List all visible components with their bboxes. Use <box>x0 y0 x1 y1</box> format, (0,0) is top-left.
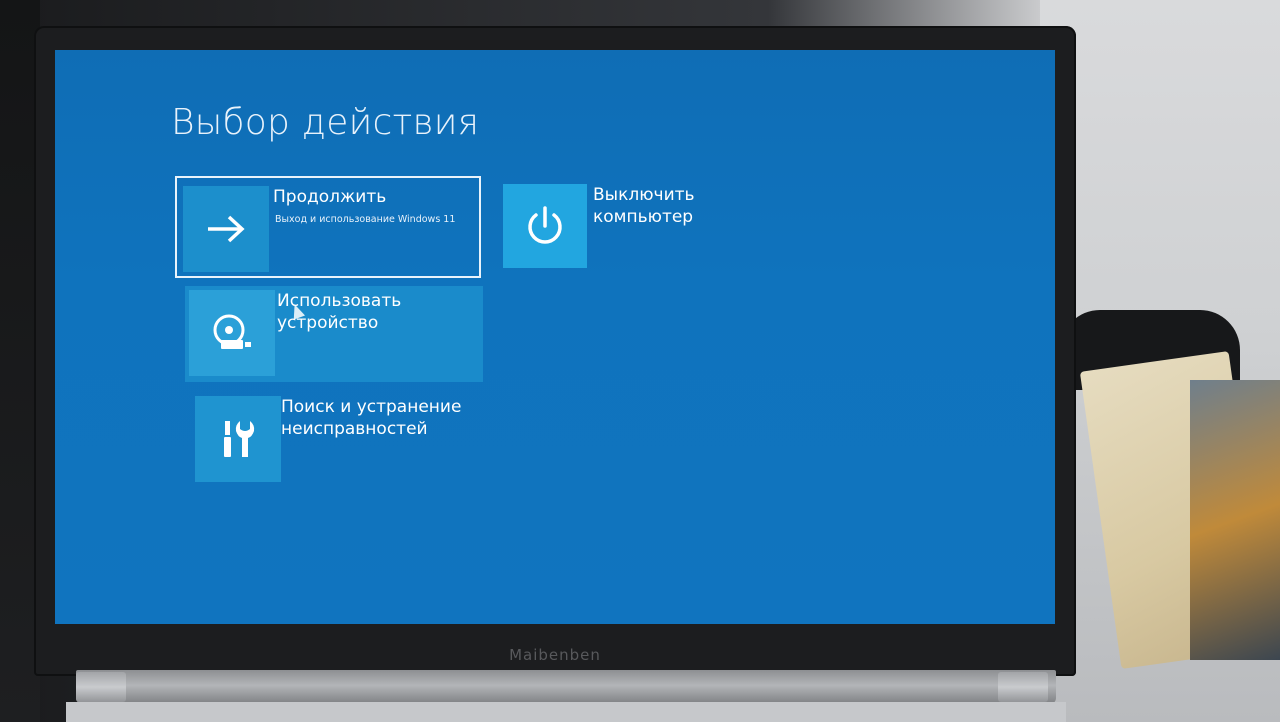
disc-drive-icon <box>213 314 251 349</box>
laptop-bezel: Выбор действия Продолжить Выход и исполь… <box>34 26 1076 676</box>
option-troubleshoot-tile <box>195 396 281 482</box>
recovery-screen: Выбор действия Продолжить Выход и исполь… <box>55 50 1055 624</box>
option-troubleshoot[interactable]: Поиск и устранение неисправностей <box>195 396 495 486</box>
hinge-cap-right <box>998 672 1048 702</box>
arrow-right-icon <box>208 215 245 243</box>
option-use-device-tile <box>189 290 275 376</box>
option-use-device[interactable]: Использовать устройство <box>185 286 483 382</box>
option-shutdown[interactable]: Выключить компьютер <box>503 184 763 274</box>
hinge-cap-left <box>76 672 126 702</box>
option-shutdown-label: Выключить компьютер <box>593 185 695 227</box>
photo-scene: Выбор действия Продолжить Выход и исполь… <box>0 0 1280 722</box>
option-continue-label: Продолжить <box>273 187 387 207</box>
laptop-hinge <box>76 670 1056 704</box>
power-icon <box>528 206 562 244</box>
option-continue-tile <box>183 186 269 272</box>
option-continue[interactable]: Продолжить Выход и использование Windows… <box>175 176 481 278</box>
option-shutdown-tile <box>503 184 587 268</box>
background-book-cover <box>1190 380 1280 660</box>
page-title: Выбор действия <box>171 102 480 143</box>
tools-icon <box>224 421 255 457</box>
laptop-base <box>66 702 1066 722</box>
laptop-brand-logo: Maibenben <box>509 646 601 664</box>
option-troubleshoot-label: Поиск и устранение неисправностей <box>281 397 462 439</box>
option-continue-sublabel: Выход и использование Windows 11 <box>275 214 456 225</box>
